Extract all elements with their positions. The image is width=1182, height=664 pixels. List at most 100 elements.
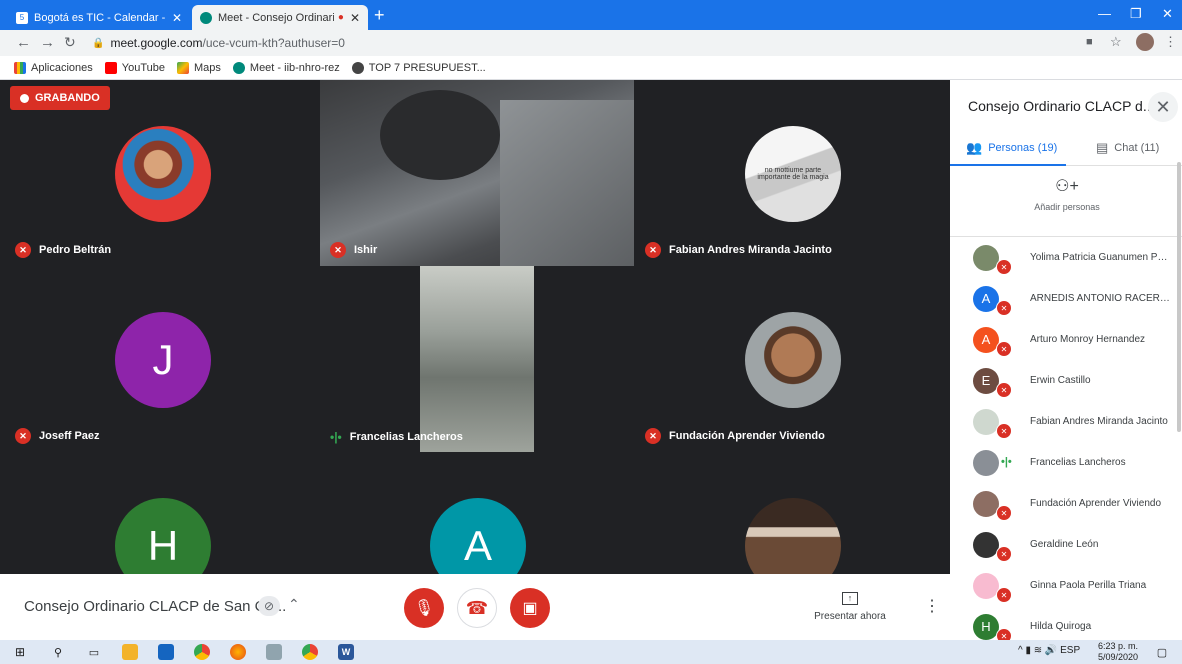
- system-tray[interactable]: ^ ▮ ≋ 🔊 ESP: [1018, 645, 1080, 656]
- participant-row[interactable]: A ✕ Arturo Monroy Hernandez: [950, 319, 1182, 360]
- bookmarks-bar: Aplicaciones YouTube Maps Meet - iib-nhr…: [0, 56, 1182, 80]
- camera-icon[interactable]: ■: [1086, 36, 1093, 48]
- bookmark-top7[interactable]: TOP 7 PRESUPUEST...: [351, 61, 486, 74]
- browser-tab-strip: 5 Bogotá es TIC - Calendar - sábad ✕ Mee…: [0, 0, 1182, 30]
- meeting-title[interactable]: Consejo Ordinario CLACP de San Cri...: [24, 598, 286, 615]
- present-now-button[interactable]: ↑ Presentar ahora: [812, 592, 888, 622]
- maps-icon: [177, 61, 189, 74]
- youtube-icon: [104, 61, 117, 74]
- participant-row[interactable]: E ✕ Erwin Castillo: [950, 360, 1182, 401]
- participant-row[interactable]: ✕ Geraldine León: [950, 524, 1182, 565]
- participant-name: Hilda Quiroga: [1030, 621, 1092, 632]
- participant-tile[interactable]: •|• Francelias Lancheros: [320, 266, 634, 452]
- mic-toggle-button[interactable]: 🎙︎: [404, 588, 444, 628]
- bookmark-meet[interactable]: Meet - iib-nhro-rez: [232, 61, 340, 74]
- attachment-icon[interactable]: ⊘: [258, 596, 280, 616]
- participant-tile[interactable]: ✕ Ishir: [320, 80, 634, 266]
- bookmark-maps[interactable]: Maps: [177, 61, 221, 74]
- participant-row[interactable]: H ✕ Hilda Quiroga: [950, 606, 1182, 640]
- participant-tile[interactable]: [635, 452, 949, 574]
- chevron-up-icon[interactable]: ⌃: [288, 596, 300, 613]
- more-options-icon[interactable]: ⋮: [924, 596, 940, 616]
- window-close-icon[interactable]: ✕: [1162, 6, 1173, 22]
- star-icon[interactable]: ☆: [1110, 34, 1122, 50]
- globe-icon: [351, 61, 364, 74]
- participant-name: Yolima Patricia Guanumen Pac...: [1030, 252, 1170, 263]
- participant-row[interactable]: •|• Francelias Lancheros: [950, 442, 1182, 483]
- present-screen-icon: ↑: [842, 592, 858, 605]
- participant-tile[interactable]: ✕ Fundación Aprender Viviendo: [635, 266, 949, 452]
- chat-icon: ▤: [1096, 140, 1109, 155]
- panel-close-button[interactable]: ✕: [1148, 92, 1178, 122]
- bookmark-youtube[interactable]: YouTube: [104, 61, 165, 74]
- chrome-icon[interactable]: [302, 644, 318, 660]
- back-icon[interactable]: ←: [16, 34, 31, 51]
- participant-list-scrollbar[interactable]: [1177, 162, 1181, 432]
- bookmark-apps[interactable]: Aplicaciones: [14, 61, 93, 74]
- mail-icon[interactable]: [158, 644, 174, 660]
- avatar: H: [115, 498, 211, 574]
- url-field[interactable]: 🔒 meet.google.com /uce-vcum-kth?authuser…: [92, 33, 1072, 53]
- phone-hangup-icon: ☎: [465, 597, 489, 618]
- firefox-icon[interactable]: [230, 644, 246, 660]
- taskbar-clock[interactable]: 6:23 p. m. 5/09/2020: [1098, 641, 1138, 663]
- participant-name: Geraldine León: [1030, 539, 1099, 550]
- reload-icon[interactable]: ↻: [64, 34, 76, 51]
- mic-off-icon: ✕: [996, 259, 1012, 275]
- tab-calendar[interactable]: 5 Bogotá es TIC - Calendar - sábad ✕: [8, 5, 190, 30]
- restore-icon[interactable]: ❐: [1130, 6, 1142, 22]
- video-grid: ✕ Pedro Beltrán ✕ Ishir no mottiume parte …: [0, 80, 950, 574]
- participant-row[interactable]: A ✕ ARNEDIS ANTONIO RACERO A...: [950, 278, 1182, 319]
- forward-icon[interactable]: →: [40, 34, 55, 51]
- notifications-icon[interactable]: ▢: [1154, 644, 1170, 660]
- panel-tabs: 👥 Personas (19) ▤ Chat (11): [950, 136, 1182, 166]
- participant-row[interactable]: ✕ Yolima Patricia Guanumen Pac...: [950, 237, 1182, 278]
- mic-off-icon: ✕: [996, 628, 1012, 640]
- windows-start-icon[interactable]: ⊞: [12, 644, 28, 660]
- avatar: no mottiume parte importante de la magia: [745, 126, 841, 222]
- avatar: J: [115, 312, 211, 408]
- mic-off-icon: ✕: [645, 242, 661, 258]
- participant-tile[interactable]: A: [320, 452, 634, 574]
- file-explorer-icon[interactable]: [122, 644, 138, 660]
- tab-title: Meet - Consejo Ordinario CL: [218, 11, 334, 24]
- calendar-icon: 5: [16, 11, 28, 24]
- tab-people[interactable]: 👥 Personas (19): [966, 140, 1057, 156]
- add-people-button[interactable]: ⚇+ Añadir personas: [1030, 176, 1104, 212]
- speaking-indicator-icon: •|•: [1001, 456, 1012, 468]
- mic-off-icon: ✕: [996, 341, 1012, 357]
- panel-title: Consejo Ordinario CLACP d...: [968, 98, 1155, 114]
- record-dot-icon: [20, 93, 29, 103]
- video-blur: [380, 90, 500, 180]
- mic-off-icon: ✕: [996, 505, 1012, 521]
- minimize-icon[interactable]: —: [1098, 6, 1111, 21]
- participant-list: ✕ Yolima Patricia Guanumen Pac... A ✕ ARNEDI…: [950, 236, 1182, 640]
- close-icon[interactable]: ✕: [350, 11, 360, 25]
- participant-row[interactable]: ✕ Fundación Aprender Viviendo: [950, 483, 1182, 524]
- menu-icon[interactable]: ⋮: [1164, 34, 1177, 50]
- camera-toggle-button[interactable]: ▣: [510, 588, 550, 628]
- tab-meet[interactable]: Meet - Consejo Ordinario CL ● ✕: [192, 5, 368, 30]
- task-view-icon[interactable]: ▭: [86, 644, 102, 660]
- search-icon[interactable]: ⚲: [50, 644, 66, 660]
- tab-chat[interactable]: ▤ Chat (11): [1096, 140, 1159, 156]
- recording-badge: GRABANDO: [10, 86, 110, 110]
- word-icon[interactable]: W: [338, 644, 354, 660]
- app-icon[interactable]: [266, 644, 282, 660]
- video-blur: [500, 100, 634, 266]
- participant-row[interactable]: ✕ Fabian Andres Miranda Jacinto: [950, 401, 1182, 442]
- new-tab-button[interactable]: +: [374, 6, 385, 24]
- people-panel: Consejo Ordinario CLACP d... ✕ 👥 Personas…: [950, 80, 1182, 640]
- participant-name: Arturo Monroy Hernandez: [1030, 334, 1146, 345]
- chrome-icon[interactable]: [194, 644, 210, 660]
- participant-name: Ginna Paola Perilla Triana: [1030, 580, 1147, 591]
- mic-off-icon: ✕: [996, 546, 1012, 562]
- hang-up-button[interactable]: ☎: [457, 588, 497, 628]
- avatar: [973, 449, 999, 476]
- participant-tile[interactable]: H: [5, 452, 319, 574]
- close-icon[interactable]: ✕: [172, 11, 182, 25]
- participant-tile[interactable]: J ✕ Joseff Paez: [5, 266, 319, 452]
- participant-tile[interactable]: no mottiume parte importante de la magia…: [635, 80, 949, 266]
- profile-avatar[interactable]: [1136, 33, 1154, 51]
- participant-row[interactable]: ✕ Ginna Paola Perilla Triana: [950, 565, 1182, 606]
